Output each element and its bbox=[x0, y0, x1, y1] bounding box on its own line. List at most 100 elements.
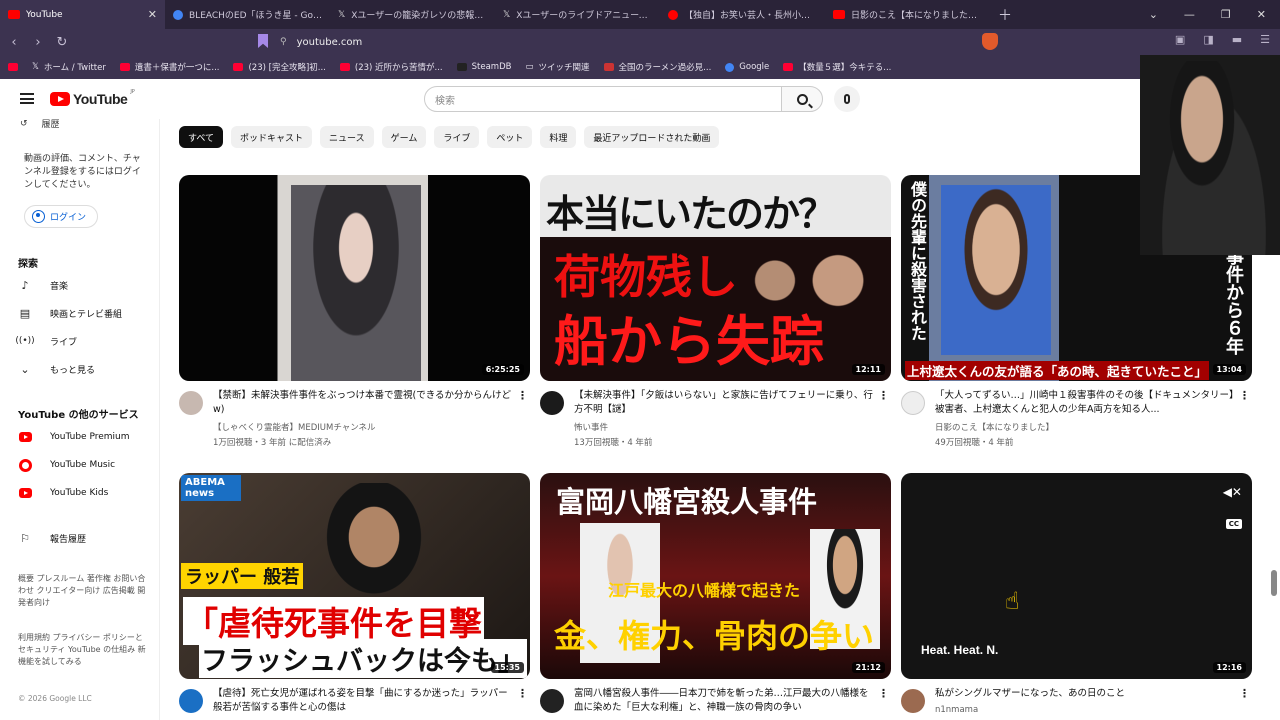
channel-name[interactable]: 【しゃべくり霊能者】MEDIUMチャンネル bbox=[213, 421, 376, 433]
tab-hikage[interactable]: 日影のこえ【本になりました】- YouTube bbox=[825, 0, 990, 29]
bookmark-item[interactable]: 【数量５選】今キテる... bbox=[783, 61, 891, 73]
bookmark-item[interactable]: SteamDB bbox=[456, 62, 511, 72]
site-info-icon[interactable]: ⚲ bbox=[280, 37, 287, 47]
back-button[interactable]: ‹ bbox=[4, 35, 24, 50]
chip-cooking[interactable]: 料理 bbox=[540, 126, 577, 148]
bookmark-folder[interactable]: ▭ ツイッチ関連 bbox=[525, 61, 589, 73]
video-title[interactable]: 【禁断】未解決事件事件をぶっつけ本番で霊視(できるか分からんけどw) bbox=[213, 389, 513, 417]
brave-shields-icon[interactable] bbox=[982, 33, 998, 50]
tab-search-icon[interactable]: ⌄ bbox=[1149, 8, 1158, 21]
tab-x-1[interactable]: 𝕏 Xユーザーの籠染ガレソの悲報（審業投資 bbox=[330, 0, 495, 29]
search-input[interactable]: 検索 bbox=[424, 86, 782, 112]
chip-games[interactable]: ゲーム bbox=[381, 126, 427, 148]
bookmark-item[interactable]: (23) 近所から苦情が... bbox=[339, 61, 443, 73]
sidebar-icon[interactable]: ◨ bbox=[1203, 33, 1213, 46]
chip-live[interactable]: ライブ bbox=[434, 126, 480, 148]
sidebar-item-report-history[interactable]: ⚐ 報告履歴 bbox=[18, 530, 86, 546]
video-thumbnail[interactable]: 本当にいたのか？ 荷物残し 船から失踪 12:11 bbox=[540, 175, 891, 381]
video-card[interactable]: 本当にいたのか？ 荷物残し 船から失踪 12:11 【未解決事件】「夕飯はいらな… bbox=[540, 175, 891, 448]
video-title[interactable]: 「大人ってずるい…」川崎中１殺害事件のその後【ドキュメンタリー】被害者、上村遼太… bbox=[935, 389, 1235, 417]
explore-heading: 探索 bbox=[18, 259, 38, 270]
channel-avatar[interactable] bbox=[901, 391, 925, 415]
more-actions-icon[interactable]: ⋮ bbox=[878, 687, 889, 700]
new-tab-button[interactable]: ＋ bbox=[990, 5, 1020, 25]
video-title[interactable]: 【未解決事件】「夕飯はいらない」と家族に告げてフェリーに乗り、行方不明【謎】 bbox=[574, 389, 874, 417]
maximize-button[interactable]: ❐ bbox=[1221, 8, 1231, 21]
tab-news[interactable]: 【独自】お笑い芸人・長州小力さんを違法 bbox=[660, 0, 825, 29]
video-card[interactable]: ABEMA news ラッパー 般若 「虐待死事件を目撃 フラッシュバックは今も… bbox=[179, 473, 530, 713]
more-actions-icon[interactable]: ⋮ bbox=[1239, 389, 1250, 402]
close-window-button[interactable]: ✕ bbox=[1257, 8, 1266, 21]
sidebar-item-premium[interactable]: YouTube Premium bbox=[18, 429, 130, 445]
mute-icon[interactable]: ◀✕ bbox=[1223, 485, 1242, 499]
footer-links-2[interactable]: 利用規約 プライバシー ポリシーとセキュリティ YouTube の仕組み 新機能… bbox=[18, 632, 148, 668]
channel-name[interactable]: 日影のこえ【本になりました】 bbox=[935, 421, 1054, 433]
video-card[interactable]: 6:25:25 【禁断】未解決事件事件をぶっつけ本番で霊視(できるか分からんけど… bbox=[179, 175, 530, 448]
video-title[interactable]: 富岡八幡宮殺人事件――日本刀で姉を斬った弟…江戸最大の八幡様を血に染めた「巨大な… bbox=[574, 687, 874, 715]
tab-youtube[interactable]: YouTube ✕ bbox=[0, 0, 165, 29]
hamburger-menu-icon[interactable] bbox=[20, 93, 34, 104]
address-bar[interactable]: ⚲ youtube.com bbox=[280, 32, 970, 52]
channel-avatar[interactable] bbox=[540, 391, 564, 415]
chip-podcasts[interactable]: ポッドキャスト bbox=[231, 126, 313, 148]
tab-x-2[interactable]: 𝕏 Xユーザーのライブドアニュースさん「容疑 bbox=[495, 0, 660, 29]
video-title[interactable]: 【虐待】死亡女児が運ばれる姿を目撃「曲にするか迷った」ラッパー般若が苦悩する事件… bbox=[213, 687, 513, 715]
chip-recent[interactable]: 最近アップロードされた動画 bbox=[584, 126, 720, 148]
video-title[interactable]: 私がシングルマザーになった、あの日のこと bbox=[935, 687, 1235, 701]
more-actions-icon[interactable]: ⋮ bbox=[517, 687, 528, 700]
footer-links-1[interactable]: 概要 プレスルーム 著作権 お問い合わせ クリエイター向け 広告掲載 開発者向け bbox=[18, 573, 148, 609]
bookmark-item[interactable] bbox=[8, 63, 18, 71]
bookmark-item[interactable]: (23) [完全攻略]初... bbox=[233, 61, 326, 73]
more-actions-icon[interactable]: ⋮ bbox=[878, 389, 889, 402]
sidebar-item-history[interactable]: ↺ 履歴 bbox=[20, 117, 60, 131]
tab-title: BLEACHのED「ほうき星 - Google 検索 bbox=[189, 11, 322, 21]
forward-button[interactable]: › bbox=[28, 35, 48, 50]
captions-icon[interactable]: CC bbox=[1225, 519, 1242, 529]
video-preview-player[interactable]: ◀✕ CC Heat. Heat. N. ☝ 12:16 bbox=[901, 473, 1252, 679]
channel-avatar[interactable] bbox=[901, 689, 925, 713]
page-scrollbar[interactable] bbox=[1271, 570, 1277, 596]
thumbnail-caption: 「虐待死事件を目撃 bbox=[183, 597, 484, 645]
sidebar-item-more[interactable]: ⌄ もっと見る bbox=[18, 361, 95, 377]
person-photo bbox=[319, 483, 429, 603]
chip-all[interactable]: すべて bbox=[179, 126, 224, 148]
sidebar-item-music[interactable]: ♪ 音楽 bbox=[18, 277, 68, 293]
sidebar-item-music-app[interactable]: YouTube Music bbox=[18, 457, 115, 473]
video-thumbnail[interactable]: 6:25:25 bbox=[179, 175, 530, 381]
more-actions-icon[interactable]: ⋮ bbox=[517, 389, 528, 402]
tab-google-search[interactable]: BLEACHのED「ほうき星 - Google 検索 bbox=[165, 0, 330, 29]
bookmark-icon[interactable] bbox=[258, 34, 268, 48]
cast-icon[interactable]: ▣ bbox=[1175, 33, 1185, 46]
video-thumbnail[interactable]: 富岡八幡宮殺人事件 江戸最大の八幡様で起きた 金、権力、骨肉の争い 21:12 bbox=[540, 473, 891, 679]
youtube-logo[interactable]: YouTube JP bbox=[50, 89, 135, 107]
minimize-button[interactable]: — bbox=[1184, 8, 1195, 21]
video-card[interactable]: 富岡八幡宮殺人事件 江戸最大の八幡様で起きた 金、権力、骨肉の争い 21:12 … bbox=[540, 473, 891, 713]
youtube-favicon-icon bbox=[233, 63, 244, 71]
channel-name[interactable]: 怖い事件 bbox=[574, 421, 608, 433]
bookmark-item[interactable]: Google bbox=[725, 62, 769, 72]
x-favicon-icon: 𝕏 bbox=[503, 10, 511, 20]
extensions-icon[interactable]: ▬ bbox=[1232, 33, 1242, 46]
chip-pets[interactable]: ペット bbox=[487, 126, 533, 148]
video-thumbnail[interactable]: ABEMA news ラッパー 般若 「虐待死事件を目撃 フラッシュバックは今も… bbox=[179, 473, 530, 679]
channel-avatar[interactable] bbox=[179, 391, 203, 415]
youtube-music-icon bbox=[18, 458, 32, 472]
sidebar-item-kids[interactable]: YouTube Kids bbox=[18, 485, 108, 501]
bookmark-item[interactable]: 全国のラーメン過必見... bbox=[603, 61, 711, 73]
channel-avatar[interactable] bbox=[540, 689, 564, 713]
bookmark-item[interactable]: 遺書＋保書が一つに... bbox=[119, 61, 219, 73]
voice-search-button[interactable] bbox=[834, 86, 860, 112]
channel-avatar[interactable] bbox=[179, 689, 203, 713]
search-button[interactable] bbox=[781, 86, 823, 112]
signin-button[interactable]: ログイン bbox=[24, 205, 98, 228]
reload-button[interactable]: ↻ bbox=[52, 35, 72, 50]
video-card[interactable]: ◀✕ CC Heat. Heat. N. ☝ 12:16 私がシングルマザーにな… bbox=[901, 473, 1252, 715]
close-icon[interactable]: ✕ bbox=[148, 8, 157, 21]
bookmark-item[interactable]: 𝕏 ホーム / Twitter bbox=[32, 61, 106, 73]
channel-name[interactable]: n1nmama bbox=[935, 705, 978, 715]
more-actions-icon[interactable]: ⋮ bbox=[1239, 687, 1250, 700]
chip-news[interactable]: ニュース bbox=[320, 126, 374, 148]
menu-icon[interactable]: ☰ bbox=[1260, 33, 1270, 46]
sidebar-item-live[interactable]: ((•)) ライブ bbox=[15, 333, 77, 349]
sidebar-item-movies[interactable]: ▤ 映画とテレビ番組 bbox=[18, 305, 122, 321]
